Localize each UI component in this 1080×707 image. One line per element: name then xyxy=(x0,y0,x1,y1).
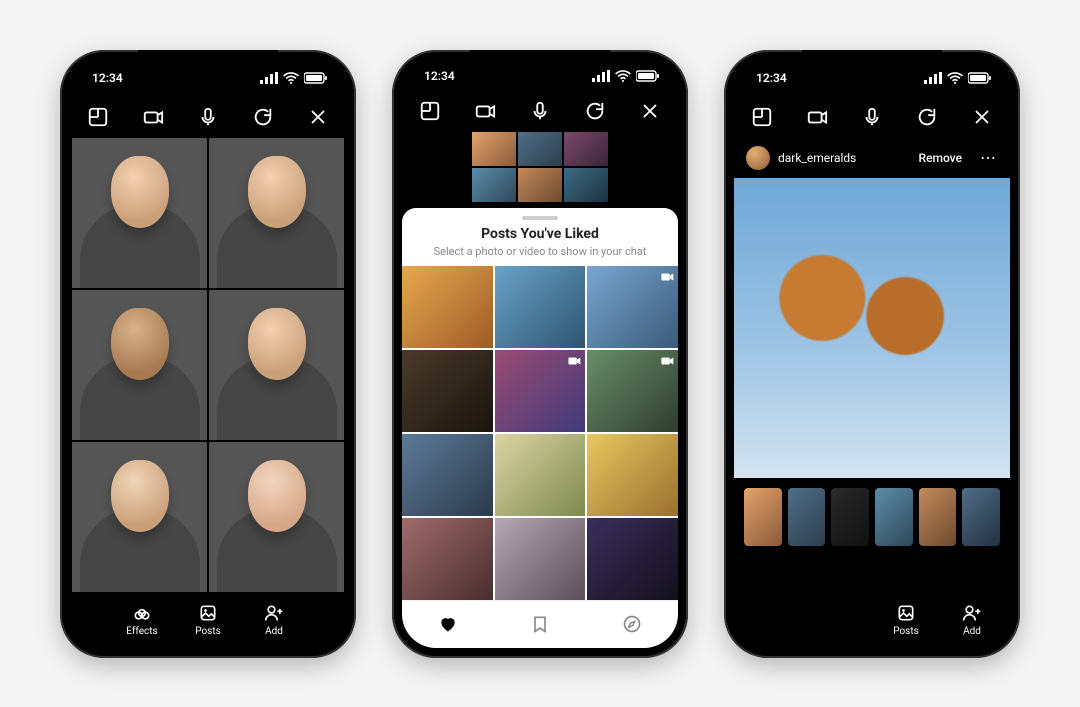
post-thumbnail[interactable] xyxy=(495,350,586,432)
effects-label: Effects xyxy=(126,626,157,637)
post-thumbnail[interactable] xyxy=(587,350,678,432)
phone-notch xyxy=(138,50,278,74)
post-thumbnail[interactable] xyxy=(495,266,586,348)
post-thumbnail[interactable] xyxy=(587,266,678,348)
video-badge-icon xyxy=(660,270,674,284)
phone-mockup-videochat: 12:34 Effects xyxy=(60,50,356,658)
switch-camera-button[interactable] xyxy=(581,97,609,125)
layout-button[interactable] xyxy=(416,97,444,125)
post-thumbnail[interactable] xyxy=(402,350,493,432)
strip-tile[interactable] xyxy=(788,488,826,546)
mini-tile[interactable] xyxy=(564,132,608,166)
post-thumbnail[interactable] xyxy=(587,434,678,516)
picker-tabs xyxy=(402,600,678,648)
tab-saved[interactable] xyxy=(520,614,560,634)
layout-button[interactable] xyxy=(748,103,776,131)
video-badge-icon xyxy=(660,354,674,368)
layout-button[interactable] xyxy=(84,103,112,131)
video-badge-icon xyxy=(567,354,581,368)
add-label: Add xyxy=(265,626,283,637)
strip-tile[interactable] xyxy=(875,488,913,546)
posts-picker-sheet: Posts You've Liked Select a photo or vid… xyxy=(402,208,678,648)
status-time: 12:34 xyxy=(92,71,123,85)
author-avatar[interactable] xyxy=(746,146,770,170)
call-toolbar xyxy=(402,92,678,130)
close-button[interactable] xyxy=(968,103,996,131)
switch-camera-button[interactable] xyxy=(913,103,941,131)
participants-strip xyxy=(734,478,1010,546)
call-bottom-bar: Posts Add xyxy=(734,592,1010,648)
mini-tile[interactable] xyxy=(564,168,608,202)
video-tile[interactable] xyxy=(72,442,207,592)
call-bottom-bar: Effects Posts Add xyxy=(70,592,346,648)
video-tile[interactable] xyxy=(72,138,207,288)
wifi-icon xyxy=(614,69,632,83)
strip-tile[interactable] xyxy=(831,488,869,546)
minimized-participants xyxy=(470,132,610,202)
effects-button[interactable]: Effects xyxy=(122,603,162,637)
participants-grid xyxy=(70,138,346,592)
post-thumbnail[interactable] xyxy=(402,434,493,516)
mini-tile[interactable] xyxy=(518,168,562,202)
post-thumbnail[interactable] xyxy=(402,266,493,348)
remove-post-button[interactable]: Remove xyxy=(919,151,962,165)
sheet-handle[interactable] xyxy=(522,216,558,220)
post-thumbnail[interactable] xyxy=(587,518,678,600)
add-person-button[interactable]: Add xyxy=(254,603,294,637)
post-thumbnail[interactable] xyxy=(495,518,586,600)
battery-icon xyxy=(636,70,660,82)
shared-post-header: dark_emeralds Remove ⋯ xyxy=(734,138,1010,178)
mini-tile[interactable] xyxy=(518,132,562,166)
phone-notch xyxy=(802,50,942,74)
microphone-button[interactable] xyxy=(858,103,886,131)
phone-mockup-cowatch: 12:34 dark_emeralds Remove ⋯ xyxy=(724,50,1020,658)
shared-post-media[interactable] xyxy=(734,178,1010,478)
add-person-button[interactable]: Add xyxy=(952,603,992,637)
liked-posts-grid xyxy=(402,266,678,600)
strip-tile[interactable] xyxy=(962,488,1000,546)
post-thumbnail[interactable] xyxy=(402,518,493,600)
switch-camera-button[interactable] xyxy=(249,103,277,131)
video-tile[interactable] xyxy=(209,138,344,288)
tab-explore[interactable] xyxy=(612,614,652,634)
camera-toggle-button[interactable] xyxy=(139,103,167,131)
post-thumbnail[interactable] xyxy=(495,434,586,516)
video-tile[interactable] xyxy=(72,290,207,440)
battery-icon xyxy=(968,72,992,84)
call-toolbar xyxy=(70,96,346,138)
camera-toggle-button[interactable] xyxy=(471,97,499,125)
battery-icon xyxy=(304,72,328,84)
status-time: 12:34 xyxy=(756,71,787,85)
camera-toggle-button[interactable] xyxy=(803,103,831,131)
wifi-icon xyxy=(282,71,300,85)
microphone-button[interactable] xyxy=(194,103,222,131)
strip-tile[interactable] xyxy=(744,488,782,546)
microphone-button[interactable] xyxy=(526,97,554,125)
posts-label: Posts xyxy=(893,626,919,637)
status-time: 12:34 xyxy=(424,69,455,83)
video-tile[interactable] xyxy=(209,442,344,592)
mini-tile[interactable] xyxy=(472,132,516,166)
author-username[interactable]: dark_emeralds xyxy=(778,151,856,165)
wifi-icon xyxy=(946,71,964,85)
posts-label: Posts xyxy=(195,626,221,637)
strip-tile[interactable] xyxy=(919,488,957,546)
call-toolbar xyxy=(734,96,1010,138)
sheet-subtitle: Select a photo or video to show in your … xyxy=(402,245,678,258)
tab-liked[interactable] xyxy=(428,614,468,634)
add-label: Add xyxy=(963,626,981,637)
video-tile[interactable] xyxy=(209,290,344,440)
posts-button[interactable]: Posts xyxy=(188,603,228,637)
posts-button[interactable]: Posts xyxy=(886,603,926,637)
sheet-title: Posts You've Liked xyxy=(402,226,678,242)
mini-tile[interactable] xyxy=(472,168,516,202)
close-button[interactable] xyxy=(304,103,332,131)
more-options-button[interactable]: ⋯ xyxy=(980,148,998,167)
phone-mockup-picker: 12:34 Posts You've Liked Selec xyxy=(392,50,688,658)
phone-notch xyxy=(470,50,610,74)
close-button[interactable] xyxy=(636,97,664,125)
